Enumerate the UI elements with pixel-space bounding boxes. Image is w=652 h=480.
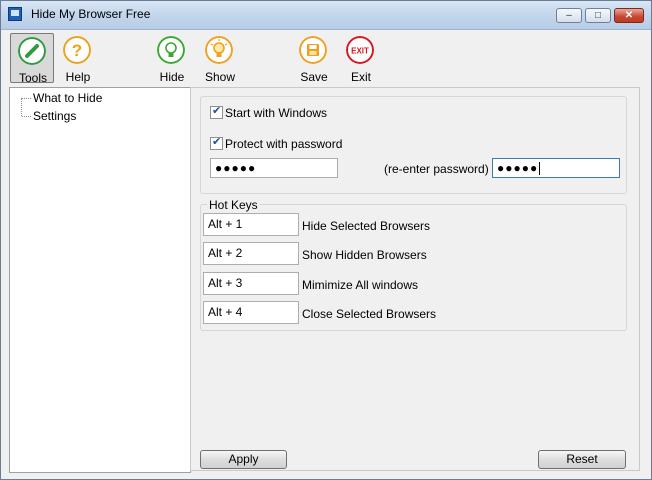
toolbar-button-help[interactable]: ? Help bbox=[56, 33, 100, 84]
hotkeys-group: Hot Keys Alt + 1 Hide Selected Browsers … bbox=[200, 198, 627, 331]
hotkey-field[interactable]: Alt + 4 bbox=[203, 301, 299, 324]
exit-icon-text: EXIT bbox=[351, 47, 369, 56]
toolbar-button-exit[interactable]: EXIT Exit bbox=[339, 33, 383, 84]
hotkey-field[interactable]: Alt + 3 bbox=[203, 272, 299, 295]
hotkey-field[interactable]: Alt + 1 bbox=[203, 213, 299, 236]
minimize-button[interactable]: – bbox=[556, 8, 582, 23]
tree-line bbox=[22, 98, 31, 99]
toolbar-label-tools: Tools bbox=[18, 71, 47, 85]
title-bar: Hide My Browser Free – □ ✕ bbox=[1, 1, 651, 30]
toolbar-label-hide: Hide bbox=[159, 70, 185, 84]
toolbar-label-show: Show bbox=[204, 70, 236, 84]
apply-button[interactable]: Apply bbox=[200, 450, 287, 469]
navigation-tree: What to Hide Settings bbox=[9, 87, 191, 473]
hotkey-action-label: Mimimize All windows bbox=[302, 278, 419, 292]
app-icon bbox=[8, 7, 22, 21]
pencil-icon bbox=[18, 37, 46, 65]
reenter-password-value: ●●●●● bbox=[497, 161, 539, 175]
app-window: Hide My Browser Free – □ ✕ Tools ? Help bbox=[0, 0, 652, 480]
tree-item-label: Settings bbox=[33, 109, 77, 123]
reenter-password-label: (re-enter password) bbox=[384, 162, 489, 176]
start-with-windows-checkbox[interactable] bbox=[210, 104, 223, 119]
tree-item-label: What to Hide bbox=[33, 91, 103, 105]
toolbar-button-save[interactable]: Save bbox=[292, 33, 336, 84]
hotkey-action-label: Hide Selected Browsers bbox=[302, 219, 431, 233]
hotkey-field[interactable]: Alt + 2 bbox=[203, 242, 299, 265]
toolbar-button-hide[interactable]: Hide bbox=[150, 33, 194, 84]
save-icon bbox=[299, 36, 327, 64]
exit-icon: EXIT bbox=[346, 36, 374, 64]
password-field[interactable]: ●●●●● bbox=[210, 158, 338, 178]
protect-with-password-checkbox[interactable] bbox=[210, 135, 223, 150]
svg-text:?: ? bbox=[72, 41, 82, 60]
maximize-button[interactable]: □ bbox=[585, 8, 611, 23]
toolbar-label-save: Save bbox=[300, 70, 328, 84]
toolbar-button-tools[interactable]: Tools bbox=[10, 33, 54, 85]
toolbar: Tools ? Help Hide Show Save EXIT Exit bbox=[1, 30, 651, 86]
close-button[interactable]: ✕ bbox=[614, 8, 644, 23]
reenter-password-field[interactable]: ●●●●● bbox=[492, 158, 620, 178]
bulb-off-icon bbox=[157, 36, 185, 64]
tree-line bbox=[21, 98, 22, 116]
toolbar-label-help: Help bbox=[65, 70, 91, 84]
protect-with-password-label[interactable]: Protect with password bbox=[225, 137, 342, 151]
general-settings-group: Start with Windows Protect with password… bbox=[200, 96, 627, 194]
hotkeys-group-label: Hot Keys bbox=[207, 198, 260, 212]
hotkey-action-label: Show Hidden Browsers bbox=[302, 248, 427, 262]
settings-panel: Start with Windows Protect with password… bbox=[190, 87, 640, 471]
bulb-on-icon bbox=[205, 36, 233, 64]
toolbar-button-show[interactable]: Show bbox=[198, 33, 242, 84]
toolbar-label-exit: Exit bbox=[350, 70, 371, 84]
reset-button[interactable]: Reset bbox=[538, 450, 626, 469]
start-with-windows-label[interactable]: Start with Windows bbox=[225, 106, 327, 120]
window-title: Hide My Browser Free bbox=[31, 7, 151, 21]
hotkey-action-label: Close Selected Browsers bbox=[302, 307, 437, 321]
tree-line bbox=[22, 116, 31, 117]
question-icon: ? bbox=[63, 36, 91, 64]
text-caret bbox=[539, 162, 541, 176]
